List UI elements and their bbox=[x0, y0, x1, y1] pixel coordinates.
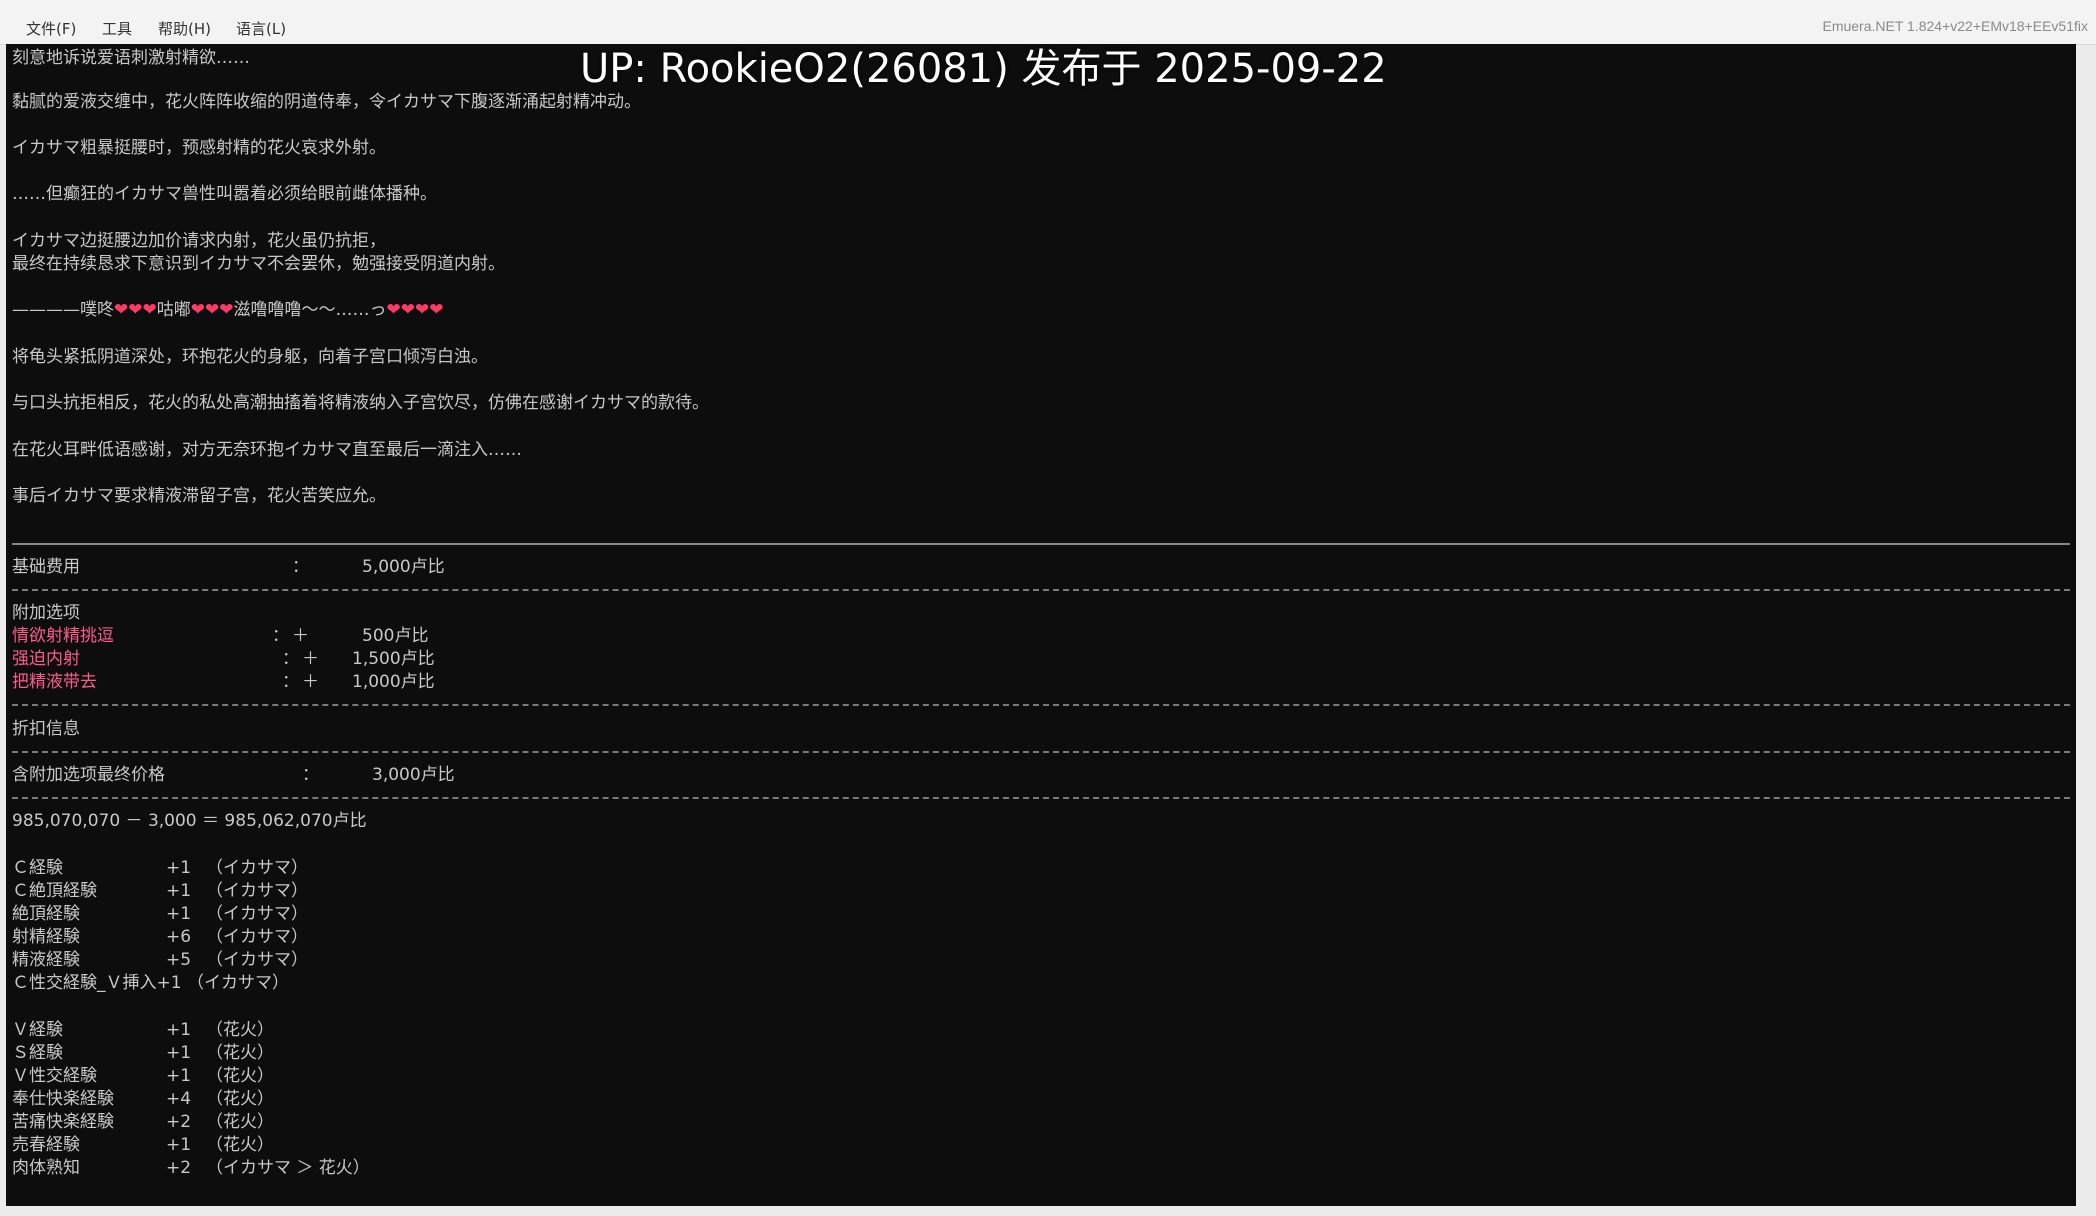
option-label: 把精液带去 bbox=[12, 672, 97, 692]
exp-delta: +4 bbox=[166, 1089, 192, 1109]
exp-delta: +1 bbox=[166, 904, 192, 924]
exp-delta: +1 bbox=[166, 1135, 192, 1155]
story-line: 最终在持续恳求下意识到イカサマ不会罢休，勉强接受阴道内射。 bbox=[12, 254, 505, 274]
video-upload-caption: UP: RookieO2(26081) 发布于 2025-09-22 bbox=[580, 46, 1387, 92]
exp-delta: +1 bbox=[166, 1020, 192, 1040]
exp-delta: +1 bbox=[166, 1066, 192, 1086]
story-line: 将龟头紧抵阴道深处，环抱花火的身躯，向着子宫口倾泻白浊。 bbox=[12, 347, 488, 367]
exp-owner: （花火） bbox=[206, 1089, 274, 1109]
console-output[interactable]: 刻意地诉说爱语刺激射精欲…… 黏腻的爱液交缠中，花火阵阵收缩的阴道侍奉，令イカサ… bbox=[6, 44, 2076, 1206]
sfx-text: 咕嘟 bbox=[156, 300, 191, 320]
exp-delta: +1 bbox=[166, 881, 192, 901]
exp-owner: （イカサマ） bbox=[206, 927, 308, 947]
exp-label: Ｃ絶頂経験 bbox=[12, 881, 97, 901]
exp-label: 奉仕快楽経験 bbox=[12, 1089, 114, 1109]
sfx-text: 滋噜噜噜～～……っ bbox=[233, 300, 387, 320]
exp-owner: （イカサマ） bbox=[206, 858, 308, 878]
option-value: 1,500卢比 bbox=[352, 649, 435, 669]
base-fee-sep: ： bbox=[292, 557, 309, 577]
exp-label: 売春経験 bbox=[12, 1135, 80, 1155]
heart-icons: ❤❤❤ bbox=[114, 300, 157, 320]
story-line: イカサマ边挺腰边加价请求内射，花火虽仍抗拒， bbox=[12, 231, 386, 251]
exp-label: 射精経験 bbox=[12, 927, 80, 947]
exp-owner: （イカサマ） bbox=[206, 881, 308, 901]
balance-line: 985,070,070 － 3,000 ＝ 985,062,070卢比 bbox=[12, 811, 367, 831]
final-price-label: 含附加选项最终价格 bbox=[12, 765, 165, 785]
option-sep: ： bbox=[272, 626, 289, 646]
option-label: 强迫内射 bbox=[12, 649, 80, 669]
heart-icons: ❤❤❤❤ bbox=[386, 300, 444, 320]
exp-owner: （花火） bbox=[206, 1135, 274, 1155]
exp-delta: +2 bbox=[166, 1112, 192, 1132]
exp-delta: +1 bbox=[166, 858, 192, 878]
final-price-sep: ： bbox=[302, 765, 319, 785]
option-sep: ： bbox=[282, 649, 299, 669]
option-sign: ＋ bbox=[292, 626, 309, 646]
menu-file[interactable]: 文件(F) bbox=[26, 18, 76, 39]
menu-tools[interactable]: 工具 bbox=[102, 18, 132, 39]
exp-owner: （イカサマ） bbox=[206, 950, 308, 970]
exp-owner: （イカサマ ＞ 花火） bbox=[206, 1158, 370, 1178]
exp-owner: （花火） bbox=[206, 1043, 274, 1063]
exp-label: 絶頂経験 bbox=[12, 904, 80, 924]
divider bbox=[12, 589, 2070, 591]
option-value: 1,000卢比 bbox=[352, 672, 435, 692]
base-fee-value: 5,000卢比 bbox=[362, 557, 445, 577]
exp-label: 精液経験 bbox=[12, 950, 80, 970]
option-label: 情欲射精挑逗 bbox=[12, 626, 114, 646]
base-fee-label: 基础费用 bbox=[12, 557, 80, 577]
story-line: 事后イカサマ要求精液滞留子宫，花火苦笑应允。 bbox=[12, 486, 386, 506]
option-value: 500卢比 bbox=[362, 626, 429, 646]
exp-owner: （花火） bbox=[206, 1112, 274, 1132]
exp-delta: +1 bbox=[166, 1043, 192, 1063]
story-line: 与口头抗拒相反，花火的私处高潮抽搐着将精液纳入子宫饮尽，仿佛在感谢イカサマ的款待… bbox=[12, 393, 709, 413]
sfx-text: ————噗咚 bbox=[12, 300, 114, 320]
menu-help[interactable]: 帮助(H) bbox=[158, 18, 211, 39]
story-line: ……但癫狂的イカサマ兽性叫嚣着必须给眼前雌体播种。 bbox=[12, 184, 437, 204]
story-line: 刻意地诉说爱语刺激射精欲…… bbox=[12, 48, 250, 68]
exp-owner: （イカサマ） bbox=[206, 904, 308, 924]
discount-label: 折扣信息 bbox=[12, 719, 80, 739]
exp-delta: +5 bbox=[166, 950, 192, 970]
option-sign: ＋ bbox=[302, 672, 319, 692]
divider bbox=[12, 704, 2070, 706]
exp-label: Ｖ性交経験 bbox=[12, 1066, 97, 1086]
exp-delta: +6 bbox=[166, 927, 192, 947]
exp-owner: （花火） bbox=[206, 1020, 274, 1040]
exp-label: Ｃ経験 bbox=[12, 858, 63, 878]
exp-label: 肉体熟知 bbox=[12, 1158, 80, 1178]
exp-label: Ｓ経験 bbox=[12, 1043, 63, 1063]
option-sign: ＋ bbox=[302, 649, 319, 669]
exp-label: Ｖ経験 bbox=[12, 1020, 63, 1040]
story-line-sfx: ————噗咚❤❤❤咕嘟❤❤❤滋噜噜噜～～……っ❤❤❤❤ bbox=[12, 300, 443, 320]
heart-icons: ❤❤❤ bbox=[190, 300, 234, 320]
options-header: 附加选项 bbox=[12, 603, 80, 623]
divider bbox=[12, 797, 2070, 799]
exp-delta: +2 bbox=[166, 1158, 192, 1178]
final-price-value: 3,000卢比 bbox=[372, 765, 455, 785]
option-sep: ： bbox=[282, 672, 299, 692]
exp-combo-line: Ｃ性交経験_Ｖ挿入+1 （イカサマ） bbox=[12, 973, 289, 993]
story-line: 黏腻的爱液交缠中，花火阵阵收缩的阴道侍奉，令イカサマ下腹逐渐涌起射精冲动。 bbox=[12, 92, 641, 112]
divider bbox=[12, 543, 2070, 545]
exp-label: 苦痛快楽経験 bbox=[12, 1112, 114, 1132]
version-label: Emuera.NET 1.824+v22+EMv18+EEv51fix bbox=[1822, 18, 2088, 34]
divider bbox=[12, 751, 2070, 753]
exp-owner: （花火） bbox=[206, 1066, 274, 1086]
story-line: イカサマ粗暴挺腰时，预感射精的花火哀求外射。 bbox=[12, 138, 386, 158]
menu-language[interactable]: 语言(L) bbox=[236, 18, 286, 39]
story-line: 在花火耳畔低语感谢，对方无奈环抱イカサマ直至最后一滴注入…… bbox=[12, 440, 522, 460]
